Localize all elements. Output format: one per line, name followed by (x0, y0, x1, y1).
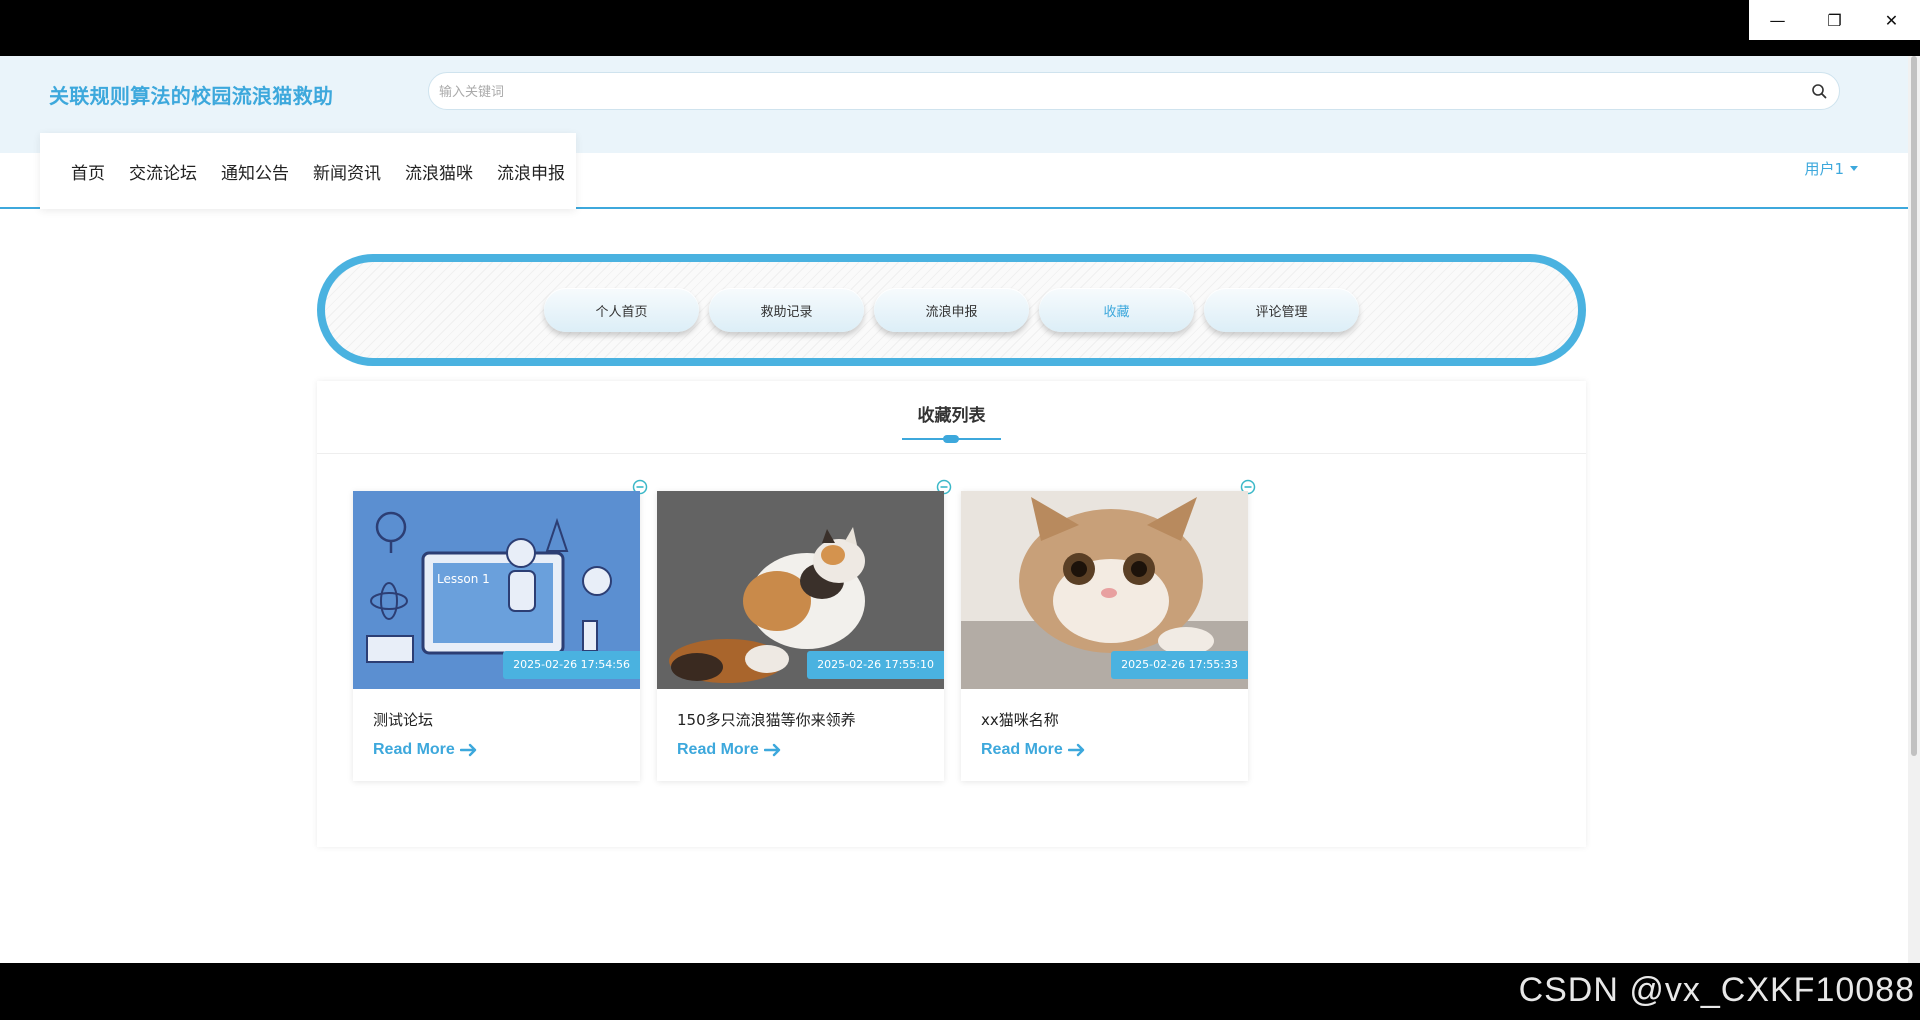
tab-rescue-records[interactable]: 救助记录 (709, 288, 864, 332)
user-menu[interactable]: 用户1 (1804, 158, 1858, 179)
search-input[interactable] (437, 79, 1791, 105)
tab-favorites[interactable]: 收藏 (1039, 288, 1194, 332)
window-controls: — ❐ ✕ (1749, 0, 1920, 40)
card-title[interactable]: xx猫咪名称 (981, 709, 1059, 730)
user-name: 用户1 (1804, 160, 1844, 178)
favorite-card[interactable]: 2025-02-26 17:55:33 xx猫咪名称 Read More (961, 479, 1256, 781)
read-more-link[interactable]: Read More (981, 741, 1086, 759)
arrow-right-icon (763, 743, 780, 757)
read-more-label: Read More (677, 741, 759, 758)
card-title[interactable]: 测试论坛 (373, 709, 433, 730)
search-icon[interactable] (1811, 83, 1827, 99)
read-more-link[interactable]: Read More (677, 741, 782, 759)
nav-item-notice[interactable]: 通知公告 (221, 159, 289, 184)
card-title[interactable]: 150多只流浪猫等你来领养 (677, 709, 856, 730)
close-button[interactable]: ✕ (1863, 0, 1920, 40)
tab-stray-report[interactable]: 流浪申报 (874, 288, 1029, 332)
read-more-label: Read More (981, 741, 1063, 758)
watermark: CSDN @vx_CXKF10088 (1518, 971, 1915, 1009)
favorite-card[interactable]: 2025-02-26 17:55:10 150多只流浪猫等你来领养 Read M… (657, 479, 952, 781)
minimize-button[interactable]: — (1749, 0, 1806, 40)
nav-item-report[interactable]: 流浪申报 (497, 159, 565, 184)
caret-down-icon (1850, 166, 1858, 171)
favorite-card[interactable]: Lesson 1 2025-02-26 17:54:56 测试论坛 Read M… (353, 479, 648, 781)
lesson-label: Lesson 1 (437, 572, 490, 586)
scrollbar-thumb[interactable] (1911, 56, 1917, 756)
tab-comment-management[interactable]: 评论管理 (1204, 288, 1359, 332)
arrow-right-icon (1067, 743, 1084, 757)
card-date: 2025-02-26 17:54:56 (503, 651, 640, 679)
read-more-label: Read More (373, 741, 455, 758)
panel-title: 收藏列表 (917, 406, 986, 426)
page: 关联规则算法的校园流浪猫救助 首页 交流论坛 通知公告 新闻资讯 流浪猫咪 流浪… (0, 56, 1908, 963)
panel-header: 收藏列表 (317, 381, 1586, 454)
title-underline-dot (943, 435, 959, 443)
card-date: 2025-02-26 17:55:33 (1111, 651, 1248, 679)
card-image[interactable]: 2025-02-26 17:55:10 (657, 491, 944, 689)
site-title[interactable]: 关联规则算法的校园流浪猫救助 (49, 80, 333, 109)
card-image[interactable]: Lesson 1 2025-02-26 17:54:56 (353, 491, 640, 689)
tab-personal-home[interactable]: 个人首页 (544, 288, 699, 332)
nav-item-forum[interactable]: 交流论坛 (129, 159, 197, 184)
center-tabs: 个人首页 救助记录 流浪申报 收藏 评论管理 (317, 254, 1586, 366)
card-image[interactable]: 2025-02-26 17:55:33 (961, 491, 1248, 689)
restore-button[interactable]: ❐ (1806, 0, 1863, 40)
vertical-scrollbar[interactable] (1908, 56, 1920, 963)
read-more-link[interactable]: Read More (373, 741, 478, 759)
search-box (428, 72, 1840, 110)
card-date: 2025-02-26 17:55:10 (807, 651, 944, 679)
nav-item-cats[interactable]: 流浪猫咪 (405, 159, 473, 184)
nav-item-news[interactable]: 新闻资讯 (313, 159, 381, 184)
arrow-right-icon (459, 743, 476, 757)
window-title-bar: — ❐ ✕ (0, 0, 1920, 56)
main-nav: 首页 交流论坛 通知公告 新闻资讯 流浪猫咪 流浪申报 (40, 133, 576, 209)
favorites-panel: 收藏列表 Lesson 1 2025-02-26 17:54:56 测试论坛 R… (317, 381, 1586, 847)
nav-item-home[interactable]: 首页 (71, 159, 105, 184)
